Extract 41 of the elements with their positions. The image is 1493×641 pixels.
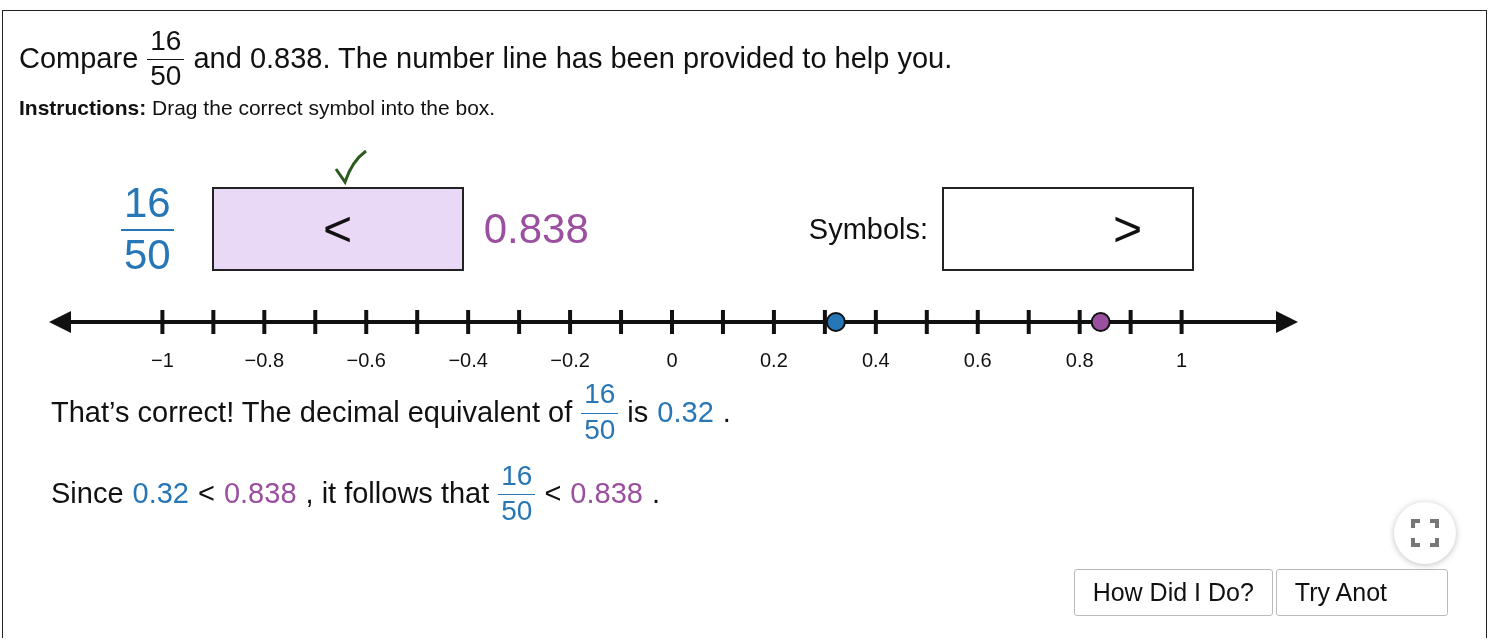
tick-label: −0.6 bbox=[346, 349, 386, 372]
sentence-text: , it follows that bbox=[305, 476, 490, 510]
fullscreen-icon bbox=[1410, 518, 1440, 548]
tick-label: 0.6 bbox=[963, 349, 992, 372]
tick-label: −0.8 bbox=[244, 349, 285, 372]
number-text: 0.838 bbox=[223, 476, 297, 510]
action-button[interactable]: Try Anot bbox=[1275, 569, 1448, 616]
sentence-text: That’s correct! The decimal equivalent of bbox=[51, 395, 573, 429]
number-text: 0.32 bbox=[132, 476, 189, 510]
sentence-text: . bbox=[651, 476, 660, 510]
tick-label: 0.2 bbox=[760, 349, 788, 372]
tick-label: −0.2 bbox=[550, 349, 590, 372]
sentence-text: Compare bbox=[19, 42, 139, 76]
fraction: 16 50 bbox=[121, 179, 174, 280]
instructions-text: Instructions: Drag the correct symbol into the box. bbox=[19, 96, 497, 121]
tick-label: 0.8 bbox=[1065, 349, 1094, 372]
sentence-text: and 0.838. The number line has been provided to help you. bbox=[193, 42, 953, 76]
sentence-text: . bbox=[722, 395, 731, 429]
symbols-label: Symbols: bbox=[808, 212, 929, 246]
fraction: 16 50 bbox=[147, 25, 185, 93]
greater-than-symbol[interactable]: > bbox=[1112, 200, 1143, 259]
tick-label: 0.4 bbox=[861, 349, 890, 372]
point-marker[interactable] bbox=[825, 312, 846, 333]
sentence-text: is bbox=[627, 395, 649, 429]
number-text: 0.32 bbox=[657, 395, 714, 429]
fraction: 16 50 bbox=[498, 459, 536, 528]
sentence-text: Since bbox=[51, 476, 124, 510]
less-than-symbol[interactable]: < bbox=[323, 200, 353, 259]
sentence-text: < bbox=[544, 476, 562, 510]
drop-box[interactable]: < bbox=[211, 187, 464, 272]
action-button[interactable]: How Did I Do? bbox=[1073, 569, 1273, 616]
number-text: 0.838 bbox=[570, 476, 643, 510]
tick-label: 0 bbox=[666, 349, 678, 372]
sentence-text: < bbox=[198, 476, 215, 510]
fraction: 16 50 bbox=[581, 378, 619, 446]
decimal-number: 0.838 bbox=[483, 205, 589, 254]
tick-label: −1 bbox=[151, 349, 174, 372]
point-marker[interactable] bbox=[1090, 312, 1111, 333]
tick-label: 1 bbox=[1176, 349, 1188, 372]
tick-label: −0.4 bbox=[448, 349, 488, 372]
fullscreen-button[interactable] bbox=[1394, 502, 1456, 564]
